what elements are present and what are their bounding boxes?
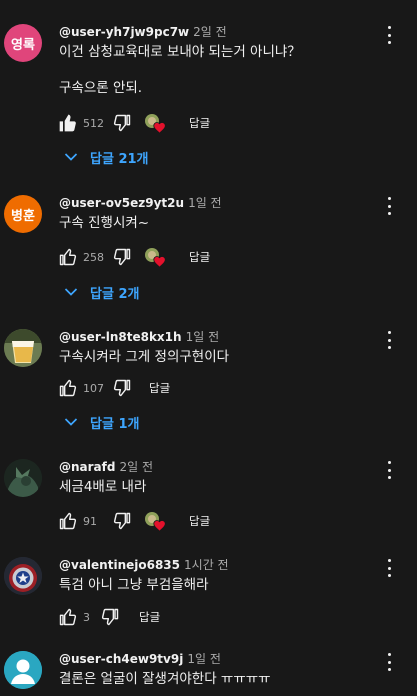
comment-header: @user-yh7jw9pc7w 2일 전 (59, 23, 227, 40)
comment-time[interactable]: 1일 전 (187, 652, 221, 666)
reply-button[interactable]: 답글 (189, 249, 210, 265)
comment-author[interactable]: @user-yh7jw9pc7w (59, 25, 189, 39)
chevron-down-icon (64, 288, 78, 296)
comment-time[interactable]: 2일 전 (119, 460, 153, 474)
comment-header: @valentinejo6835 1시간 전 (59, 556, 229, 573)
view-replies-button[interactable]: 답글 21개 (64, 147, 149, 167)
comment-actions: 3 답글 (57, 605, 160, 629)
comment-actions: 512 답글 (57, 111, 210, 135)
like-count: 3 (83, 610, 90, 624)
view-replies-button[interactable]: 답글 2개 (64, 282, 139, 302)
avatar[interactable] (4, 557, 42, 595)
like-count: 512 (83, 116, 104, 130)
comment-text: 결론은 얼굴이 잘생겨야한다 ㅠㅠㅠㅠ (59, 671, 271, 687)
comment-time[interactable]: 2일 전 (193, 25, 227, 39)
chevron-down-icon (64, 418, 78, 426)
like-count: 91 (83, 514, 97, 528)
kebab-menu-icon[interactable] (382, 559, 396, 577)
avatar[interactable]: 영록 (4, 24, 42, 62)
comment-actions: 91 답글 (57, 509, 210, 533)
view-replies-button[interactable]: 답글 1개 (64, 412, 139, 432)
kebab-menu-icon[interactable] (382, 331, 396, 349)
comment-header: @narafd 2일 전 (59, 458, 153, 475)
thumbs-down-icon[interactable] (99, 606, 121, 628)
comment-author[interactable]: @user-ov5ez9yt2u (59, 196, 184, 210)
replies-label[interactable]: 답글 21개 (90, 148, 149, 167)
like-count: 107 (83, 381, 104, 395)
comment-header: @user-ln8te8kx1h 1일 전 (59, 328, 219, 345)
creator-heart-icon (143, 112, 167, 134)
creator-heart-icon (143, 246, 167, 268)
comment-header: @user-ch4ew9tv9j 1일 전 (59, 650, 221, 667)
thumbs-up-icon[interactable] (57, 606, 79, 628)
thumbs-down-icon[interactable] (111, 246, 133, 268)
comment-actions: 107 답글 (57, 376, 170, 400)
comment-time[interactable]: 1일 전 (186, 330, 220, 344)
kebab-menu-icon[interactable] (382, 461, 396, 479)
replies-label[interactable]: 답글 1개 (90, 413, 139, 432)
comment-text: 세금4배로 내라 (59, 479, 147, 495)
thumbs-down-icon[interactable] (111, 510, 133, 532)
kebab-menu-icon[interactable] (382, 197, 396, 215)
comment-text: 구속 진행시켜~ (59, 215, 150, 231)
reply-button[interactable]: 답글 (189, 115, 210, 131)
comment-header: @user-ov5ez9yt2u 1일 전 (59, 194, 222, 211)
comment-text: 특검 아니 그냥 부검을해라 (59, 577, 209, 593)
avatar[interactable] (4, 459, 42, 497)
comment-author[interactable]: @user-ln8te8kx1h (59, 330, 182, 344)
thumbs-up-icon[interactable] (57, 112, 79, 134)
chevron-down-icon (64, 153, 78, 161)
comment-author[interactable]: @valentinejo6835 (59, 558, 180, 572)
thumbs-down-icon[interactable] (111, 112, 133, 134)
comment-time[interactable]: 1시간 전 (184, 558, 229, 572)
avatar[interactable] (4, 651, 42, 689)
comment-actions: 258 답글 (57, 245, 210, 269)
reply-button[interactable]: 답글 (139, 609, 160, 625)
thumbs-up-icon[interactable] (57, 510, 79, 532)
comment-author[interactable]: @narafd (59, 460, 115, 474)
thumbs-down-icon[interactable] (111, 377, 133, 399)
replies-label[interactable]: 답글 2개 (90, 283, 139, 302)
comment-author[interactable]: @user-ch4ew9tv9j (59, 652, 183, 666)
like-count: 258 (83, 250, 104, 264)
reply-button[interactable]: 답글 (189, 513, 210, 529)
avatar[interactable]: 병훈 (4, 195, 42, 233)
comment-text: 이건 삼청교육대로 보내야 되는거 아니냐？ 구속으론 안되. (59, 44, 301, 96)
kebab-menu-icon[interactable] (382, 26, 396, 44)
thumbs-up-icon[interactable] (57, 246, 79, 268)
reply-button[interactable]: 답글 (149, 380, 170, 396)
kebab-menu-icon[interactable] (382, 653, 396, 671)
comment-text: 구속시켜라 그게 정의구현이다 (59, 349, 230, 365)
thumbs-up-icon[interactable] (57, 377, 79, 399)
comment-time[interactable]: 1일 전 (188, 196, 222, 210)
avatar[interactable] (4, 329, 42, 367)
creator-heart-icon (143, 510, 167, 532)
